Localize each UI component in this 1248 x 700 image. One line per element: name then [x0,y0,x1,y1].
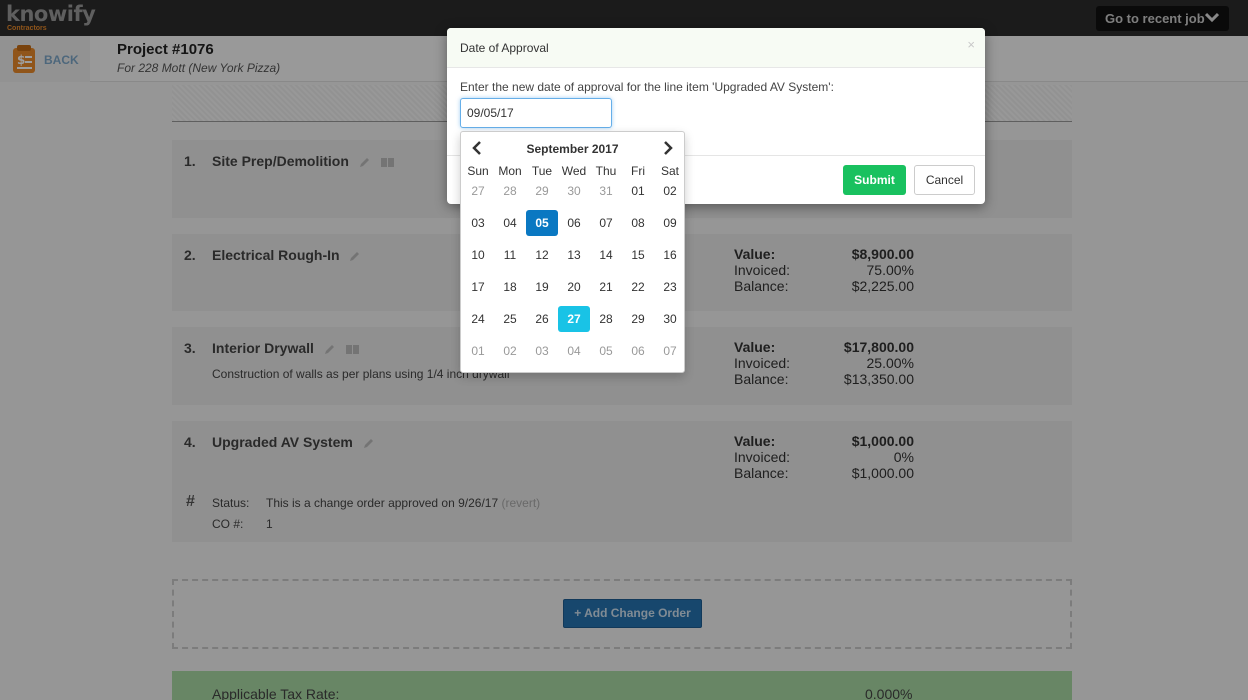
day-cell[interactable]: 29 [526,178,558,204]
day-cell[interactable]: 11 [494,242,526,268]
datepicker-day-grid: 27 28 29 30 31 01 02 03 04 05 06 07 08 09 10 11 12 13 14 15… [461,132,684,372]
datepicker: September 2017 Sun Mon Tue Wed Thu Fri Sat 27 2… [460,131,685,373]
modal-header: Date of Approval × [447,28,985,68]
day-cell[interactable]: 13 [558,242,590,268]
day-cell[interactable]: 07 [654,338,686,364]
day-cell[interactable]: 09 [654,210,686,236]
day-cell[interactable]: 24 [462,306,494,332]
day-cell[interactable]: 01 [622,178,654,204]
day-cell[interactable]: 03 [526,338,558,364]
cancel-button[interactable]: Cancel [914,165,975,195]
day-cell[interactable]: 22 [622,274,654,300]
day-cell[interactable]: 28 [494,178,526,204]
day-cell[interactable]: 10 [462,242,494,268]
day-cell[interactable]: 05 [590,338,622,364]
day-cell[interactable]: 06 [558,210,590,236]
day-cell[interactable]: 03 [462,210,494,236]
day-cell[interactable]: 25 [494,306,526,332]
close-icon[interactable]: × [967,37,975,52]
day-cell[interactable]: 17 [462,274,494,300]
day-cell[interactable]: 12 [526,242,558,268]
day-cell[interactable]: 21 [590,274,622,300]
today-day[interactable]: 27 [558,306,590,332]
day-cell[interactable]: 19 [526,274,558,300]
day-cell[interactable]: 29 [622,306,654,332]
day-cell[interactable]: 26 [526,306,558,332]
day-cell[interactable]: 23 [654,274,686,300]
selected-day[interactable]: 05 [526,210,558,236]
day-cell[interactable]: 27 [462,178,494,204]
day-cell[interactable]: 30 [558,178,590,204]
day-cell[interactable]: 01 [462,338,494,364]
day-cell[interactable]: 06 [622,338,654,364]
day-cell[interactable]: 20 [558,274,590,300]
modal-title: Date of Approval [460,41,549,55]
day-cell[interactable]: 16 [654,242,686,268]
day-cell[interactable]: 08 [622,210,654,236]
day-cell[interactable]: 30 [654,306,686,332]
day-cell[interactable]: 18 [494,274,526,300]
day-cell[interactable]: 02 [654,178,686,204]
modal-prompt: Enter the new date of approval for the l… [460,80,834,94]
day-cell[interactable]: 04 [558,338,590,364]
submit-button[interactable]: Submit [843,165,906,195]
day-cell[interactable]: 02 [494,338,526,364]
day-cell[interactable]: 14 [590,242,622,268]
day-cell[interactable]: 07 [590,210,622,236]
day-cell[interactable]: 15 [622,242,654,268]
day-cell[interactable]: 28 [590,306,622,332]
day-cell[interactable]: 31 [590,178,622,204]
day-cell[interactable]: 04 [494,210,526,236]
approval-date-input[interactable] [460,98,612,128]
